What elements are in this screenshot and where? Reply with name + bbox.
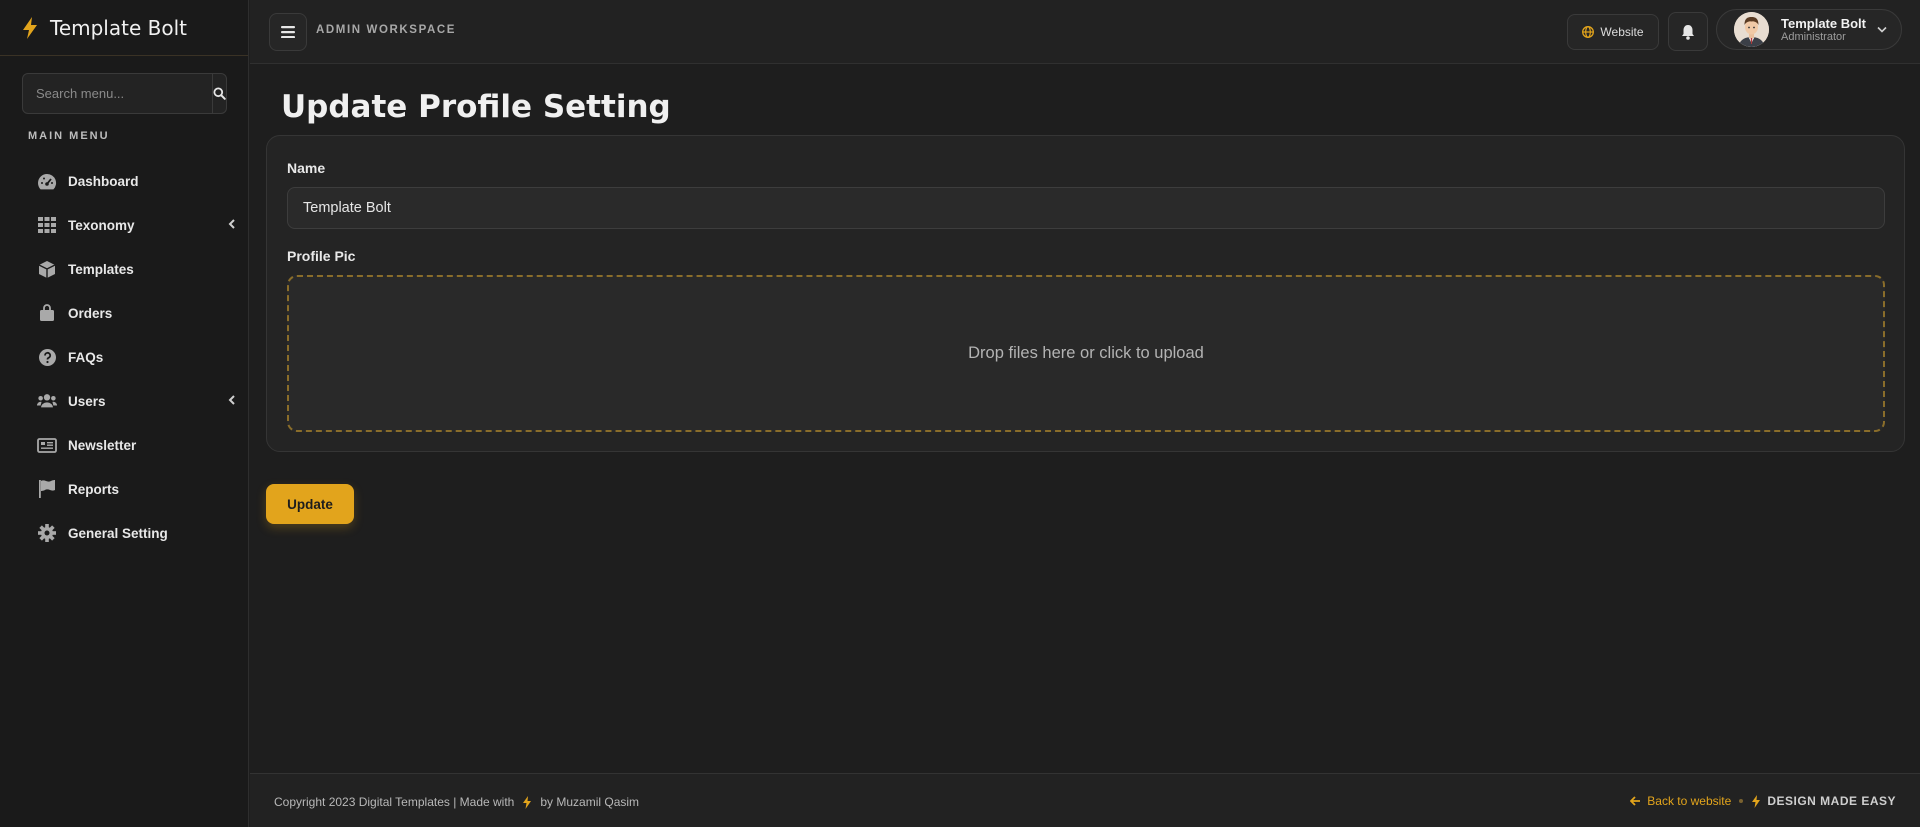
question-circle-icon [37, 347, 57, 367]
profile-form-card: Name Profile Pic Drop files here or clic… [266, 135, 1905, 452]
sidebar-item-dashboard[interactable]: Dashboard [0, 159, 249, 203]
sidebar: Template Bolt MAIN MENU Dashboard Texono… [0, 0, 249, 827]
arrow-left-icon [1630, 796, 1641, 806]
separator-dot [1739, 799, 1744, 803]
avatar [1734, 12, 1769, 47]
search-icon [213, 87, 226, 100]
user-role: Administrator [1781, 30, 1846, 43]
tagline-text: DESIGN MADE EASY [1767, 794, 1896, 808]
gear-icon [37, 523, 57, 543]
back-to-website-label: Back to website [1647, 794, 1732, 808]
sidebar-item-faqs[interactable]: FAQs [0, 335, 249, 379]
chevron-left-icon [228, 219, 235, 229]
footer-links: Back to website DESIGN MADE EASY [1630, 794, 1896, 808]
brand[interactable]: Template Bolt [0, 0, 248, 56]
sidebar-item-orders[interactable]: Orders [0, 291, 249, 335]
sidebar-item-label: Reports [68, 481, 120, 497]
profile-pic-dropzone[interactable]: Drop files here or click to upload [287, 275, 1885, 432]
grid-icon [37, 215, 57, 235]
chevron-down-icon [1877, 26, 1887, 33]
hamburger-icon [281, 26, 295, 38]
user-info: Template Bolt Administrator [1781, 17, 1866, 43]
copyright-text: Copyright 2023 Digital Templates | Made … [274, 795, 515, 809]
search-input[interactable] [23, 74, 212, 113]
box-icon [37, 259, 57, 279]
main-menu: Dashboard Texonomy Templates Orders FAQs… [0, 159, 249, 555]
footer-copyright: Copyright 2023 Digital Templates | Made … [274, 795, 639, 809]
bell-icon [1682, 24, 1694, 40]
sidebar-item-label: Dashboard [68, 173, 139, 189]
tagline: DESIGN MADE EASY [1751, 794, 1896, 808]
footer: Copyright 2023 Digital Templates | Made … [250, 773, 1920, 827]
bolt-logo-icon [23, 16, 37, 39]
sidebar-item-label: Orders [68, 305, 113, 321]
sidebar-item-templates[interactable]: Templates [0, 247, 249, 291]
chevron-left-icon [228, 395, 235, 405]
users-icon [37, 391, 57, 411]
workspace-label: ADMIN WORKSPACE [316, 24, 457, 36]
menu-toggle-button[interactable] [269, 13, 307, 51]
sidebar-item-label: General Setting [68, 525, 168, 541]
search-button[interactable] [212, 74, 226, 113]
sidebar-item-newsletter[interactable]: Newsletter [0, 423, 249, 467]
sidebar-item-label: FAQs [68, 349, 104, 365]
author-text: by Muzamil Qasim [540, 795, 640, 809]
user-menu[interactable]: Template Bolt Administrator [1716, 9, 1902, 50]
sidebar-item-general-setting[interactable]: General Setting [0, 511, 249, 555]
shopping-bag-icon [37, 303, 57, 323]
notifications-button[interactable] [1668, 12, 1708, 51]
sidebar-item-label: Templates [68, 261, 134, 277]
sidebar-item-reports[interactable]: Reports [0, 467, 249, 511]
sidebar-item-texonomy[interactable]: Texonomy [0, 203, 249, 247]
sidebar-item-label: Newsletter [68, 437, 137, 453]
flag-icon [37, 479, 57, 499]
user-name: Template Bolt [1781, 15, 1866, 31]
sidebar-item-label: Users [68, 393, 106, 409]
sidebar-item-label: Texonomy [68, 217, 135, 233]
sidebar-item-users[interactable]: Users [0, 379, 249, 423]
sidebar-search [22, 73, 227, 114]
website-label: Website [1600, 25, 1644, 39]
website-button[interactable]: Website [1567, 14, 1659, 50]
newspaper-icon [37, 435, 57, 455]
dropzone-text: Drop files here or click to upload [968, 344, 1204, 362]
page-title: Update Profile Setting [281, 89, 671, 125]
topbar: ADMIN WORKSPACE Website Template Bolt Ad… [250, 0, 1920, 64]
profile-pic-label: Profile Pic [287, 248, 356, 264]
back-to-website-link[interactable]: Back to website [1630, 794, 1731, 808]
name-label: Name [287, 160, 326, 176]
brand-name: Template Bolt [50, 15, 187, 40]
name-field[interactable] [287, 187, 1885, 229]
dashboard-icon [37, 171, 57, 191]
globe-icon [1582, 26, 1595, 38]
menu-heading: MAIN MENU [28, 130, 110, 142]
update-button[interactable]: Update [266, 484, 354, 524]
bolt-icon [1752, 794, 1761, 808]
bolt-icon [523, 795, 532, 809]
